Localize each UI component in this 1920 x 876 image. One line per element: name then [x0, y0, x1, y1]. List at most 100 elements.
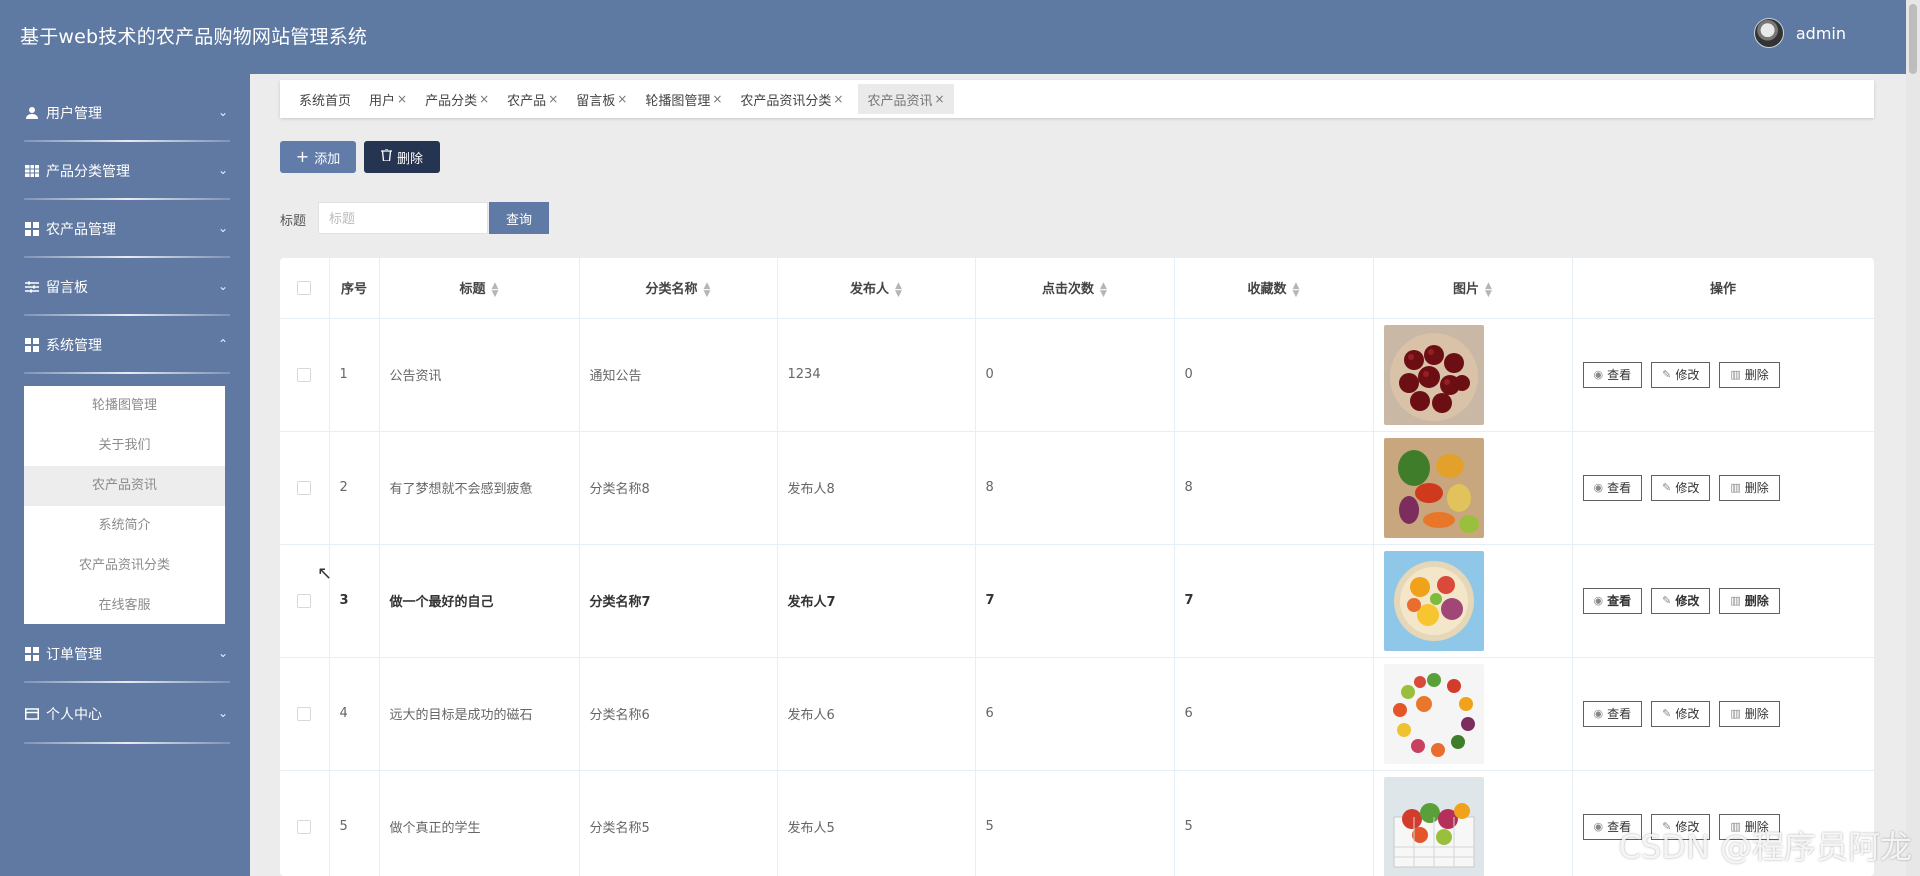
view-button[interactable]: ◉ 查看 — [1582, 700, 1643, 727]
cell-image — [1373, 657, 1573, 771]
delete-button-label: 删除 — [396, 151, 423, 167]
row-checkbox[interactable] — [297, 480, 312, 495]
sliders-icon — [24, 279, 40, 295]
add-button-label: 添加 — [314, 151, 341, 167]
sort-icon[interactable]: ▲ ▼ — [895, 281, 902, 298]
sidebar-item-product-management[interactable]: 农产品管理 ⌄ — [0, 203, 250, 255]
header-image[interactable]: 图片 ▲ ▼ — [1373, 258, 1573, 319]
header-title[interactable]: 标题 ▲ ▼ — [379, 258, 580, 319]
sort-icon[interactable]: ▲ ▼ — [1485, 281, 1492, 298]
submenu-item-news[interactable]: 农产品资讯 — [24, 466, 225, 506]
header-favorites[interactable]: 收藏数 ▲ ▼ — [1174, 258, 1374, 319]
close-icon[interactable]: × — [712, 92, 722, 106]
sidebar-item-user-management[interactable]: 用户管理 ⌄ — [0, 87, 250, 139]
submenu-item-about[interactable]: 关于我们 — [24, 426, 225, 466]
scrollbar-thumb[interactable] — [1909, 4, 1917, 74]
edit-button[interactable]: ✎ 修改 — [1651, 700, 1711, 727]
close-icon[interactable]: × — [479, 92, 489, 106]
delete-button[interactable]: 删除 — [364, 141, 440, 173]
trash-icon: ▥ — [1730, 707, 1741, 720]
tab-news-category[interactable]: 农产品资讯分类 × — [731, 84, 852, 114]
row-delete-button[interactable]: ▥ 删除 — [1719, 474, 1780, 501]
sidebar-item-order-management[interactable]: 订单管理 ⌄ — [0, 628, 250, 680]
menu-divider — [24, 681, 230, 683]
sidebar-item-label: 用户管理 — [46, 106, 102, 122]
cell-actions: ◉ 查看 ✎ 修改 ▥ 删除 — [1572, 657, 1874, 771]
sort-icon[interactable]: ▲ ▼ — [492, 281, 499, 298]
tab-product-category[interactable]: 产品分类 × — [416, 84, 498, 114]
tab-bar: 系统首页 用户 × 产品分类 × 农产品 × 留言板 × 轮播图管理 × 农产品资讯分类 ×… — [280, 80, 1874, 118]
sort-icon[interactable]: ▲ ▼ — [1293, 281, 1300, 298]
table-header-row: 序号 标题 ▲ ▼ 分类名称 ▲ ▼ 发布人 ▲ ▼ 点击次数 ▲ ▼ 收藏数 ▲ ▼ 图片 ▲ ▼ 操… — [280, 258, 1874, 319]
username[interactable]: admin — [1796, 24, 1846, 43]
trash-icon: ▥ — [1730, 368, 1741, 381]
header-actions: 操作 — [1572, 258, 1874, 319]
cell-actions: ◉ 查看 ✎ 修改 ▥ 删除 — [1572, 544, 1874, 658]
search-input[interactable] — [318, 202, 488, 234]
row-checkbox[interactable] — [297, 706, 312, 721]
close-icon[interactable]: × — [935, 92, 945, 106]
view-button[interactable]: ◉ 查看 — [1582, 361, 1643, 388]
select-all-cell[interactable] — [280, 258, 330, 319]
cell-favorites: 8 — [1174, 431, 1374, 545]
sidebar-item-system-management[interactable]: 系统管理 ⌃ — [0, 319, 250, 371]
sidebar-item-message-board[interactable]: 留言板 ⌄ — [0, 261, 250, 313]
header-publisher[interactable]: 发布人 ▲ ▼ — [777, 258, 976, 319]
select-all-checkbox[interactable] — [297, 280, 312, 295]
row-delete-button[interactable]: ▥ 删除 — [1719, 587, 1780, 614]
tab-news[interactable]: 农产品资讯 × — [858, 84, 954, 114]
chevron-down-icon: ⌄ — [217, 163, 228, 177]
header-clicks[interactable]: 点击次数 ▲ ▼ — [975, 258, 1175, 319]
row-checkbox[interactable] — [297, 367, 312, 382]
cell-publisher: 1234 — [777, 318, 976, 432]
avatar[interactable] — [1753, 18, 1784, 48]
view-button[interactable]: ◉ 查看 — [1582, 587, 1643, 614]
edit-button[interactable]: ✎ 修改 — [1651, 587, 1711, 614]
add-button[interactable]: + 添加 — [280, 141, 356, 173]
row-delete-button[interactable]: ▥ 删除 — [1719, 700, 1780, 727]
menu-divider — [24, 256, 230, 258]
cell-actions: ◉ 查看 ✎ 修改 ▥ 删除 — [1572, 431, 1874, 545]
tab-user[interactable]: 用户 × — [360, 84, 416, 114]
sidebar-item-personal-center[interactable]: 个人中心 ⌄ — [0, 688, 250, 740]
page-scrollbar[interactable] — [1906, 0, 1920, 876]
tab-label: 轮播图管理 — [645, 93, 711, 109]
edit-button[interactable]: ✎ 修改 — [1651, 474, 1711, 501]
row-checkbox[interactable] — [297, 819, 312, 834]
row-checkbox[interactable] — [297, 593, 312, 608]
view-button[interactable]: ◉ 查看 — [1582, 474, 1643, 501]
query-button[interactable]: 查询 — [489, 202, 549, 234]
tab-carousel[interactable]: 轮播图管理 × — [636, 84, 731, 114]
cell-clicks: 0 — [975, 318, 1175, 432]
cell-index: 1 — [329, 318, 380, 432]
close-icon[interactable]: × — [617, 92, 627, 106]
produce-basket-image — [1383, 776, 1484, 876]
edit-button[interactable]: ✎ 修改 — [1651, 361, 1711, 388]
user-menu[interactable]: admin — [1753, 18, 1846, 48]
cell-clicks: 8 — [975, 431, 1175, 545]
sort-icon[interactable]: ▲ ▼ — [1100, 281, 1107, 298]
cell-image — [1373, 544, 1573, 658]
close-icon[interactable]: × — [548, 92, 558, 106]
submenu-item-online-service[interactable]: 在线客服 — [24, 586, 225, 626]
cell-category: 通知公告 — [579, 318, 778, 432]
tab-home[interactable]: 系统首页 — [290, 84, 360, 114]
plus-icon: + — [295, 147, 310, 166]
sort-icon[interactable]: ▲ ▼ — [704, 281, 711, 298]
header-category[interactable]: 分类名称 ▲ ▼ — [579, 258, 778, 319]
chevron-up-icon: ⌃ — [217, 337, 228, 351]
close-icon[interactable]: × — [833, 92, 843, 106]
grid-icon — [24, 221, 40, 237]
submenu-item-news-category[interactable]: 农产品资讯分类 — [24, 546, 225, 586]
submenu-item-intro[interactable]: 系统简介 — [24, 506, 225, 546]
tab-message-board[interactable]: 留言板 × — [567, 84, 636, 114]
cell-clicks: 6 — [975, 657, 1175, 771]
sidebar-item-category-management[interactable]: 产品分类管理 ⌄ — [0, 145, 250, 197]
row-delete-button[interactable]: ▥ 删除 — [1719, 361, 1780, 388]
close-icon[interactable]: × — [397, 92, 407, 106]
edit-icon: ✎ — [1662, 481, 1672, 494]
submenu-item-carousel[interactable]: 轮播图管理 — [24, 386, 225, 426]
grid-icon — [24, 337, 40, 353]
grid-icon — [24, 646, 40, 662]
tab-product[interactable]: 农产品 × — [498, 84, 567, 114]
